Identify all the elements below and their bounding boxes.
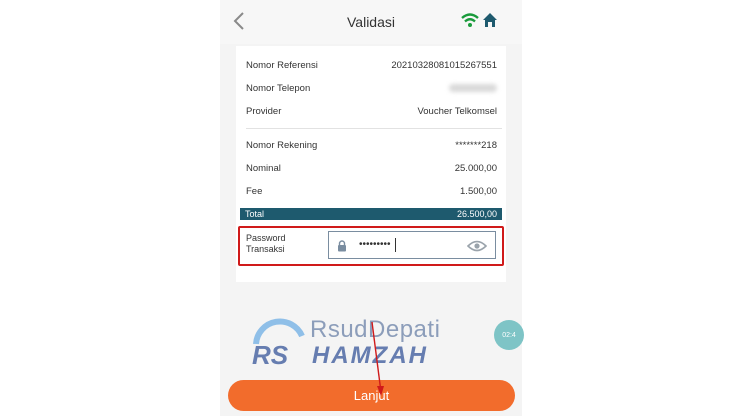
svg-text:RS: RS xyxy=(252,340,289,368)
text-cursor xyxy=(395,238,396,252)
reference-value: 20210328081015267551 xyxy=(391,59,497,71)
detail-row-provider: Provider Voucher Telkomsel xyxy=(246,103,497,119)
total-value: 26.500,00 xyxy=(456,209,497,219)
detail-row-fee: Fee 1.500,00 xyxy=(246,183,497,199)
reference-label: Nomor Referensi xyxy=(246,59,318,71)
fee-label: Fee xyxy=(246,185,263,197)
eye-icon[interactable] xyxy=(467,240,487,252)
detail-row-reference: Nomor Referensi 20210328081015267551 xyxy=(246,57,497,73)
account-value: *******218 xyxy=(455,139,497,151)
phone-label: Nomor Telepon xyxy=(246,82,311,94)
nominal-label: Nominal xyxy=(246,162,281,174)
lanjut-button-label: Lanjut xyxy=(353,388,390,403)
total-label: Total xyxy=(245,209,265,219)
provider-label: Provider xyxy=(246,105,282,117)
watermark: RS RsudDepati HAMZAH xyxy=(250,316,470,372)
transaction-card: Nomor Referensi 20210328081015267551 Nom… xyxy=(236,46,506,282)
provider-value: Voucher Telkomsel xyxy=(417,105,497,117)
fee-value: 1.500,00 xyxy=(460,185,497,197)
password-masked-value: ••••••••• xyxy=(359,239,391,250)
floating-timer-text: 02:4 xyxy=(502,331,516,339)
account-label: Nomor Rekening xyxy=(246,139,318,151)
app-header: Validasi xyxy=(220,0,522,44)
password-label: Password Transaksi xyxy=(246,233,316,255)
header-status-icons xyxy=(460,12,498,28)
detail-row-phone: Nomor Telepon xyxy=(246,80,497,96)
detail-row-account: Nomor Rekening *******218 xyxy=(246,137,497,153)
lanjut-button[interactable]: Lanjut xyxy=(228,380,515,411)
watermark-line1: RsudDepati xyxy=(310,316,441,343)
home-icon[interactable] xyxy=(482,12,498,28)
nominal-value: 25.000,00 xyxy=(454,162,497,174)
detail-row-nominal: Nominal 25.000,00 xyxy=(246,160,497,176)
phone-value-blurred xyxy=(449,84,497,92)
floating-timer-bubble[interactable]: 02:4 xyxy=(494,320,524,350)
watermark-line2: HAMZAH xyxy=(312,342,428,369)
section-divider xyxy=(246,128,502,129)
watermark-logo-icon: RS xyxy=(252,318,305,368)
lock-icon xyxy=(338,240,346,252)
total-bar: Total 26.500,00 xyxy=(240,208,502,220)
password-input[interactable]: ••••••••• xyxy=(328,231,496,259)
password-label-line2: Transaksi xyxy=(246,244,285,254)
wifi-icon xyxy=(461,13,479,27)
password-label-line1: Password xyxy=(246,233,286,243)
password-section: Password Transaksi ••••••••• xyxy=(238,226,504,266)
